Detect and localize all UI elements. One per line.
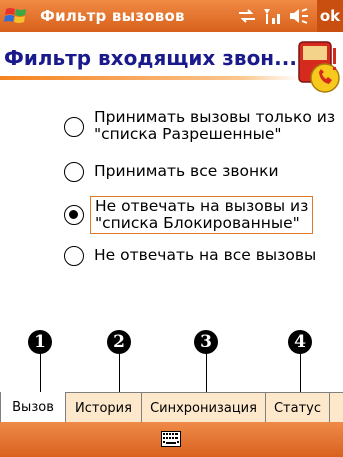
page-header: Фильтр входящих звон... [0,32,343,98]
windows-start-icon[interactable] [4,5,28,27]
callout-4: 4 [288,330,312,354]
radio-button-selected[interactable] [64,205,84,225]
callout-3-leader [206,354,207,396]
option-reject-all[interactable]: Не отвечать на все вызовы [64,238,320,266]
callout-3: 3 [194,330,218,354]
option-label: Не отвечать на вызовы из "списка Блокиро… [90,196,314,234]
tab-call[interactable]: Вызов [0,392,66,423]
ok-button[interactable]: ok [317,0,343,32]
radio-button[interactable] [64,117,84,137]
connectivity-icon[interactable] [236,6,258,26]
keyboard-icon[interactable] [161,431,181,447]
option-label: Не отвечать на все вызовы [94,246,317,264]
phone-filter-icon [298,41,340,93]
callout-1-leader [40,354,41,396]
option-label: Принимать все звонки [94,162,279,180]
app-title: Фильтр вызовов [40,7,185,25]
callout-2: 2 [107,330,131,354]
option-block-list[interactable]: Не отвечать на вызовы из "списка Блокиро… [64,196,314,234]
tab-strip-filler [330,393,343,423]
header-divider [0,76,300,80]
signal-icon[interactable] [262,6,284,26]
option-accept-all[interactable]: Принимать все звонки [64,154,283,182]
callout-1: 1 [28,330,52,354]
option-label: Принимать вызовы только из "списка Разре… [94,108,336,143]
tab-sync[interactable]: Синхронизация [142,393,266,423]
callout-4-leader [300,354,301,396]
option-allow-list[interactable]: Принимать вызовы только из "списка Разре… [64,108,339,144]
page-title: Фильтр входящих звон... [4,46,297,70]
tab-status[interactable]: Статус [266,393,330,423]
tab-strip: Вызов История Синхронизация Статус [0,392,343,423]
callout-2-leader [119,354,120,396]
radio-button[interactable] [64,162,84,182]
tab-history[interactable]: История [66,393,142,423]
volume-icon[interactable] [288,6,310,26]
title-bar: Фильтр вызовов ok [0,0,343,32]
radio-button[interactable] [64,246,84,266]
command-bar [0,422,343,457]
